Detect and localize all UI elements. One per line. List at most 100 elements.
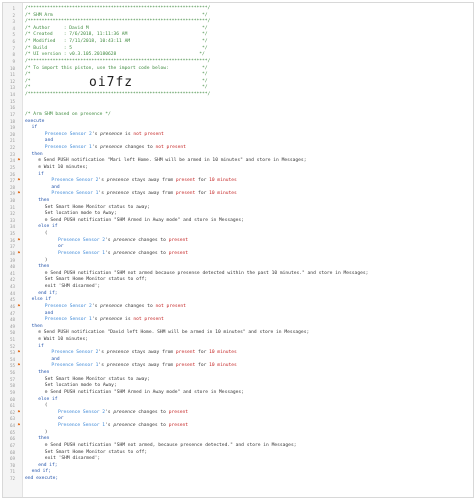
code-line: 13/* */	[3, 85, 473, 91]
line-number: 70	[9, 462, 15, 468]
code-text: Presence Sensor 1's presence changes to …	[58, 250, 189, 256]
code-line: 48 Presence Sensor 1's presence is not pr…	[3, 317, 473, 323]
line-number: 34	[9, 224, 15, 230]
code-line: 38 ⚑ Presence Sensor 1's presence changes …	[3, 251, 473, 257]
line-number: 22	[9, 145, 15, 151]
line-number: 67	[9, 442, 15, 448]
line-number: 65	[9, 429, 15, 435]
code-line: 59 ⊙ Send PUSH notification "SHM Armed in…	[3, 390, 473, 396]
line-number: 6	[12, 39, 15, 45]
import-code: oi7fz	[89, 75, 134, 90]
code-text: else if	[31, 297, 51, 303]
code-text: then	[31, 151, 43, 157]
code-line: 56 then	[3, 370, 473, 376]
code-line: 72 end execute;	[3, 476, 473, 482]
code-line: 23 then	[3, 152, 473, 158]
condition-flag-icon: ⚑	[17, 178, 21, 184]
code-text: Set Smart Home Monitor status to away;	[44, 204, 150, 210]
line-number: 13	[9, 85, 15, 91]
line-number: 39	[9, 257, 15, 263]
code-line: 8 /* UI version : v0.3.105.20180628 */	[3, 52, 473, 58]
code-text: /* To import this piston, use the import…	[25, 65, 208, 71]
line-number: 49	[9, 323, 15, 329]
code-text: if	[38, 343, 44, 349]
line-number: 44	[9, 290, 15, 296]
code-line: 5 /* Created : 7/6/2018, 11:11:36 AM */	[3, 32, 473, 38]
code-text: (	[44, 403, 48, 409]
code-line: 18 execute	[3, 119, 473, 125]
code-line: 51 ⊙ Wait 10 minutes;	[3, 337, 473, 343]
code-line: 2 /* SHM Arm */	[3, 13, 473, 19]
code-text: exit 'SHM disarmed';	[44, 284, 101, 290]
code-text: end if;	[31, 469, 51, 475]
code-text: Presence Sensor 1's presence changes to …	[44, 145, 186, 151]
condition-flag-icon: ⚑	[17, 363, 21, 369]
code-line: 36 ⚑ Presence Sensor 2's presence changes …	[3, 238, 473, 244]
condition-flag-icon: ⚑	[17, 303, 21, 309]
code-text: else if	[38, 396, 58, 402]
code-text: ⊙ Wait 10 minutes;	[38, 337, 88, 342]
line-number: 3	[12, 19, 15, 25]
line-number: 68	[9, 449, 15, 455]
code-text: or	[58, 244, 64, 250]
code-line: 45 else if	[3, 297, 473, 303]
line-number: 61	[9, 403, 15, 409]
line-number: 54	[9, 356, 15, 362]
code-text: )	[44, 257, 48, 263]
code-text: and	[44, 310, 54, 316]
code-text: or	[58, 416, 64, 422]
line-number: 63	[9, 416, 15, 422]
line-number: 38	[9, 250, 15, 256]
code-line: 11/* */	[3, 72, 473, 78]
code-line: 60 else if	[3, 397, 473, 403]
code-line: 43 exit 'SHM disarmed';	[3, 284, 473, 290]
condition-flag-icon: ⚑	[17, 409, 21, 415]
line-number: 51	[9, 337, 15, 342]
code-line: 64 ⚑ Presence Sensor 1's presence changes …	[3, 423, 473, 429]
code-line: 6 /* Modified : 7/11/2018, 10:43:11 AM */	[3, 39, 473, 45]
line-number: 12	[9, 78, 15, 84]
line-number: 64	[9, 423, 15, 429]
condition-flag-icon: ⚑	[17, 158, 21, 164]
code-line: 26 if	[3, 172, 473, 178]
line-number: 25	[9, 164, 15, 170]
line-number: 36	[9, 237, 15, 243]
line-number: 1	[12, 6, 15, 11]
code-line: 50 ⊙ Send PUSH notification "David left H…	[3, 330, 473, 336]
code-text: /* Arm SHM based on presence */	[25, 111, 111, 117]
code-line: 67 ⊙ Send PUSH notification "SHM not arme…	[3, 443, 473, 449]
line-number: 59	[9, 389, 15, 395]
line-number: 46	[9, 303, 15, 309]
line-number: 32	[9, 211, 15, 217]
code-text: Presence Sensor 2's presence stays away …	[51, 350, 237, 356]
code-line: 30 then	[3, 198, 473, 204]
code-line: 47 and	[3, 311, 473, 317]
code-text: (	[44, 231, 48, 237]
code-text: ⊙ Wait 10 minutes;	[38, 164, 88, 170]
code-text: Presence Sensor 1's presence stays away …	[51, 191, 237, 197]
code-text: then	[38, 264, 50, 270]
line-number: 18	[9, 118, 15, 124]
code-text: if	[38, 171, 44, 177]
line-number: 29	[9, 191, 15, 197]
line-number: 16	[9, 105, 15, 111]
line-number: 20	[9, 131, 15, 137]
code-line: 71 end if;	[3, 469, 473, 475]
code-line: 58 Set location mode to Away;	[3, 383, 473, 389]
line-number: 14	[9, 92, 15, 98]
code-text: /***************************************…	[25, 92, 211, 98]
line-number: 52	[9, 343, 15, 349]
code-line: 42 Set Smart Home Monitor status to off;	[3, 277, 473, 283]
code-line: 61 (	[3, 403, 473, 409]
line-number: 53	[9, 350, 15, 356]
code-text: ⊙ Send PUSH notification "David left Hom…	[38, 330, 310, 336]
line-number: 45	[9, 297, 15, 303]
line-number: 50	[9, 330, 15, 336]
code-line: 52 if	[3, 344, 473, 350]
code-line: 10 /* To import this piston, use the impo…	[3, 66, 473, 72]
line-number: 19	[9, 125, 15, 131]
piston-code-view: 1 /**************************************…	[2, 2, 474, 498]
code-line: 69 exit 'SHM disarmed';	[3, 456, 473, 462]
code-line: 14 /*************************************…	[3, 92, 473, 98]
code-text: exit 'SHM disarmed';	[44, 456, 101, 462]
